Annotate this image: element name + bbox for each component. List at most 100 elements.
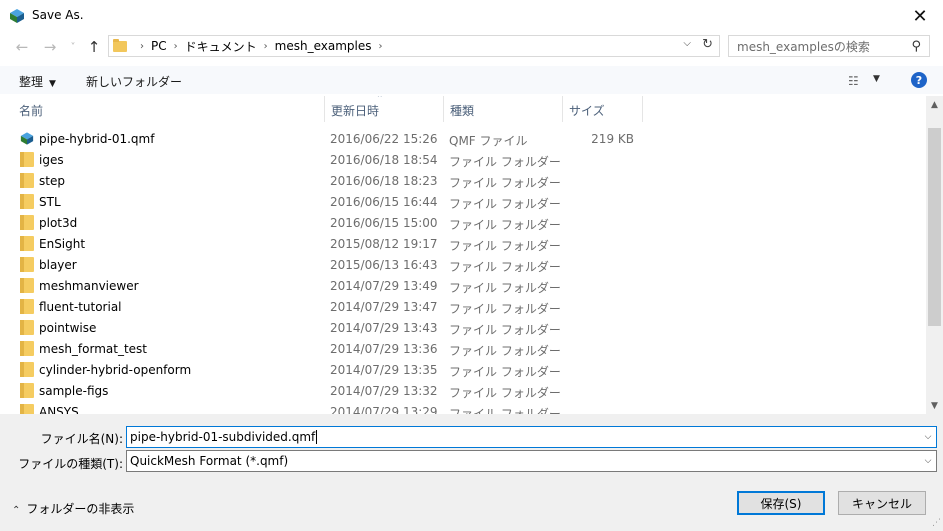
search-icon[interactable]: ⚲ [911, 39, 921, 54]
breadcrumb-separator-icon[interactable]: › [264, 41, 268, 52]
breadcrumb-mesh-examples[interactable]: mesh_examples [275, 39, 372, 53]
column-header-size[interactable]: サイズ [563, 96, 643, 122]
app-icon [10, 9, 24, 23]
scroll-up-icon[interactable]: ▲ [926, 96, 943, 113]
file-date: 2014/07/29 13:49 [330, 279, 438, 293]
scrollbar-thumb[interactable] [928, 128, 941, 326]
file-type: ファイル フォルダー [449, 239, 561, 253]
refresh-icon[interactable]: ↻ [702, 37, 713, 52]
file-name: plot3d [39, 216, 78, 230]
hide-folders-toggle[interactable]: ⌃ フォルダーの非表示 [12, 500, 134, 517]
folder-icon [20, 362, 34, 377]
file-row[interactable]: pipe-hybrid-01.qmf 2016/06/22 15:26 QMF ファ… [0, 128, 926, 149]
forward-arrow-icon[interactable]: → [40, 37, 60, 57]
breadcrumb-separator-icon[interactable]: › [174, 41, 178, 52]
file-row[interactable]: step 2016/06/18 18:23 ファイル フォルダー [0, 170, 926, 191]
folder-icon [20, 299, 34, 314]
file-row[interactable]: pointwise 2014/07/29 13:43 ファイル フォルダー [0, 317, 926, 338]
search-placeholder: mesh_examplesの検索 [737, 39, 870, 54]
file-row[interactable]: cylinder-hybrid-openform 2014/07/29 13:35… [0, 359, 926, 380]
file-type: ファイル フォルダー [449, 197, 561, 211]
file-type: ファイル フォルダー [449, 260, 561, 274]
column-header-name[interactable]: 名前 [13, 96, 325, 122]
file-row[interactable]: sample-figs 2014/07/29 13:32 ファイル フォルダー [0, 380, 926, 401]
help-icon[interactable]: ? [911, 72, 927, 88]
filetype-dropdown-icon[interactable]: ⌵ [920, 456, 936, 466]
filename-value[interactable]: pipe-hybrid-01-subdivided.qmf [130, 430, 920, 445]
file-name: EnSight [39, 237, 86, 251]
column-header-date[interactable]: 更新日時 [325, 96, 444, 122]
file-row[interactable]: mesh_format_test 2014/07/29 13:36 ファイル フォル… [0, 338, 926, 359]
folder-icon [20, 236, 34, 251]
folder-icon [20, 173, 34, 188]
chevron-up-icon: ⌃ [12, 505, 21, 516]
file-date: 2015/08/12 19:17 [330, 237, 438, 251]
file-type: ファイル フォルダー [449, 218, 561, 232]
organize-label: 整理 [19, 75, 44, 89]
file-date: 2014/07/29 13:47 [330, 300, 438, 314]
vertical-scrollbar[interactable]: ▲ ▼ [926, 96, 943, 414]
breadcrumb-documents[interactable]: ドキュメント [185, 38, 257, 55]
file-name: blayer [39, 258, 77, 272]
save-options-panel: ファイル名(N): pipe-hybrid-01-subdivided.qmf … [0, 414, 943, 531]
file-date: 2016/06/18 18:54 [330, 153, 438, 167]
file-name: sample-figs [39, 384, 109, 398]
filename-dropdown-icon[interactable]: ⌵ [920, 432, 936, 442]
file-name: STL [39, 195, 61, 209]
qmf-file-icon [20, 131, 34, 146]
folder-icon [20, 341, 34, 356]
scroll-down-icon[interactable]: ▼ [926, 397, 943, 414]
folder-icon [20, 152, 34, 167]
back-arrow-icon[interactable]: ← [12, 37, 32, 57]
file-size: 219 KB [591, 132, 634, 146]
folder-icon [20, 320, 34, 335]
address-bar[interactable]: › PC › ドキュメント › mesh_examples › ⌵ ↻ [108, 35, 720, 57]
file-row[interactable]: blayer 2015/06/13 16:43 ファイル フォルダー [0, 254, 926, 275]
file-name: mesh_format_test [39, 342, 148, 356]
file-date: 2014/07/29 13:32 [330, 384, 438, 398]
folder-icon [20, 278, 34, 293]
chevron-down-icon: ▼ [49, 79, 56, 89]
file-date: 2016/06/15 15:00 [330, 216, 438, 230]
file-row[interactable]: plot3d 2016/06/15 15:00 ファイル フォルダー [0, 212, 926, 233]
resize-grip-icon[interactable]: ⋰ [932, 518, 941, 528]
folder-icon [20, 404, 34, 414]
file-name: iges [39, 153, 64, 167]
file-type: ファイル フォルダー [449, 344, 561, 358]
column-header-type[interactable]: 種類 [444, 96, 563, 122]
file-row[interactable]: ANSYS 2014/07/29 13:29 ファイル フォルダー [0, 401, 926, 414]
text-caret [316, 430, 318, 445]
file-type: ファイル フォルダー [449, 365, 561, 379]
file-type: ファイル フォルダー [449, 323, 561, 337]
folder-icon [20, 215, 34, 230]
file-row[interactable]: STL 2016/06/15 16:44 ファイル フォルダー [0, 191, 926, 212]
navigation-bar: ← → ˅ ↑ › PC › ドキュメント › mesh_examples › … [0, 34, 943, 60]
filetype-select[interactable]: QuickMesh Format (*.qmf) ⌵ [126, 450, 937, 472]
search-input[interactable]: mesh_examplesの検索 ⚲ [728, 35, 930, 57]
file-type: ファイル フォルダー [449, 386, 561, 400]
file-name: meshmanviewer [39, 279, 139, 293]
new-folder-button[interactable]: 新しいフォルダー [86, 73, 182, 90]
address-dropdown-icon[interactable]: ⌵ [683, 38, 691, 49]
file-row[interactable]: meshmanviewer 2014/07/29 13:49 ファイル フォルダー [0, 275, 926, 296]
chevron-down-icon[interactable]: ▼ [873, 74, 880, 84]
breadcrumb-pc[interactable]: PC [151, 39, 167, 53]
view-options-icon[interactable]: ☷ [848, 74, 859, 88]
filetype-value[interactable]: QuickMesh Format (*.qmf) [130, 454, 920, 468]
save-button[interactable]: 保存(S) [737, 491, 825, 515]
close-icon[interactable]: ✕ [897, 0, 943, 32]
organize-button[interactable]: 整理 ▼ [19, 73, 56, 90]
file-row[interactable]: iges 2016/06/18 18:54 ファイル フォルダー [0, 149, 926, 170]
up-arrow-icon[interactable]: ↑ [84, 37, 104, 57]
breadcrumb-separator-icon[interactable]: › [378, 41, 382, 52]
hide-folders-label: フォルダーの非表示 [26, 502, 135, 516]
cancel-button[interactable]: キャンセル [838, 491, 926, 515]
file-name: step [39, 174, 65, 188]
file-list[interactable]: 名前 更新日時 ⌃ 種類 サイズ pipe-hybrid-01.qmf 2016/… [0, 96, 943, 414]
file-row[interactable]: EnSight 2015/08/12 19:17 ファイル フォルダー [0, 233, 926, 254]
file-row[interactable]: fluent-tutorial 2014/07/29 13:47 ファイル フォルダ… [0, 296, 926, 317]
filename-field[interactable]: pipe-hybrid-01-subdivided.qmf ⌵ [126, 426, 937, 448]
recent-locations-chevron-icon[interactable]: ˅ [63, 37, 83, 57]
file-date: 2016/06/22 15:26 [330, 132, 438, 146]
file-type: ファイル フォルダー [449, 155, 561, 169]
